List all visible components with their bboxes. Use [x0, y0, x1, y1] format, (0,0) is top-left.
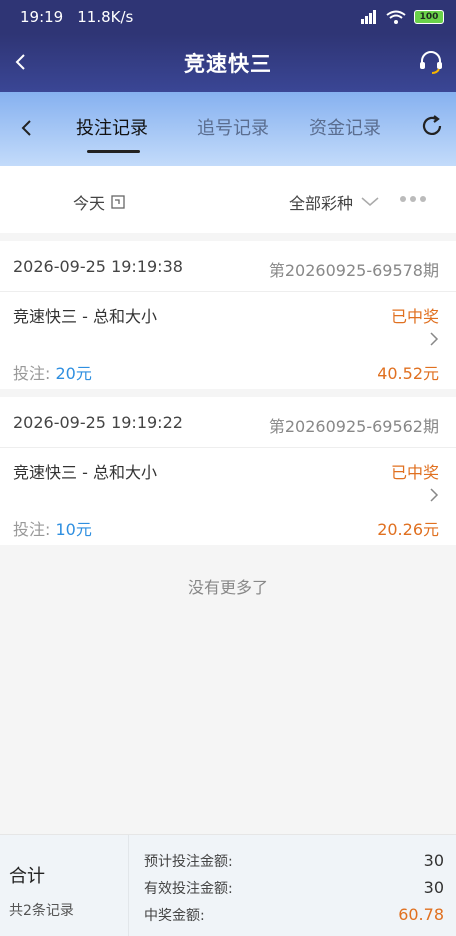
record-status: 已中奖 [390, 463, 439, 482]
summary-value: 30 [423, 878, 444, 897]
status-bar: 19:19 11.8K/s 100 [0, 0, 456, 34]
bet-record-card[interactable]: 2026-09-25 19:19:38 第20260925-69578期 竞速快… [0, 241, 456, 389]
summary-value: 60.78 [398, 905, 444, 924]
bet-label: 投注: [13, 520, 51, 539]
record-game: 竞速快三 - 总和大小 [13, 463, 157, 482]
refresh-icon [422, 115, 442, 135]
chevron-right-icon [430, 332, 439, 346]
summary-row: 预计投注金额: 30 [144, 851, 444, 871]
active-tab-indicator [87, 150, 140, 153]
record-bet: 投注: 20元 [13, 360, 92, 384]
dot [400, 196, 406, 202]
summary-row: 有效投注金额: 30 [144, 878, 444, 898]
summary-footer: 合计 共2条记录 预计投注金额: 30 有效投注金额: 30 中奖金额: 60.… [0, 834, 456, 936]
status-icons: 100 [360, 10, 444, 24]
status-time: 19:19 [20, 8, 64, 26]
record-status: 已中奖 [390, 307, 439, 326]
summary-left: 合计 共2条记录 [0, 835, 128, 936]
record-issue: 第20260925-69578期 [268, 261, 439, 280]
divider [128, 835, 129, 936]
date-filter-label: 今天 [73, 194, 106, 213]
date-filter[interactable]: 今天 [73, 190, 125, 214]
summary-row: 中奖金额: 60.78 [144, 905, 444, 925]
tab-chase-records[interactable]: 追号记录 [197, 114, 269, 140]
filter-bar: 今天 全部彩种 [0, 166, 456, 233]
more-options-button[interactable] [400, 196, 426, 202]
summary-count: 共2条记录 [9, 903, 74, 919]
summary-label: 有效投注金额: [144, 881, 233, 897]
app-header: 竞速快三 [0, 34, 456, 92]
status-speed: 11.8K/s [77, 8, 134, 26]
calendar-icon [111, 195, 125, 209]
record-issue: 第20260925-69562期 [268, 417, 439, 436]
no-more-text: 没有更多了 [187, 578, 268, 597]
summary-label: 中奖金额: [144, 908, 205, 924]
refresh-button[interactable] [418, 112, 446, 140]
card-header: 2026-09-25 19:19:38 第20260925-69578期 [0, 241, 456, 292]
dot [410, 196, 416, 202]
lottery-type-filter[interactable]: 全部彩种 [289, 190, 379, 214]
bet-label: 投注: [13, 364, 51, 383]
record-game: 竞速快三 - 总和大小 [13, 307, 157, 326]
headset-icon [420, 51, 442, 74]
record-time: 2026-09-25 19:19:38 [13, 257, 183, 276]
summary-label: 预计投注金额: [144, 854, 233, 870]
bet-record-card[interactable]: 2026-09-25 19:19:22 第20260925-69562期 竞速快… [0, 397, 456, 545]
lottery-type-label: 全部彩种 [289, 194, 354, 213]
card-header: 2026-09-25 19:19:22 第20260925-69562期 [0, 397, 456, 448]
tab-bar: 投注记录 追号记录 资金记录 [0, 92, 456, 166]
bet-amount: 20元 [55, 364, 92, 383]
record-win-amount: 20.26元 [377, 520, 439, 539]
chevron-down-icon [361, 197, 379, 206]
tab-bet-records[interactable]: 投注记录 [76, 114, 148, 140]
tab-fund-records[interactable]: 资金记录 [309, 114, 381, 140]
record-win-amount: 40.52元 [377, 364, 439, 383]
signal-icon [361, 10, 376, 24]
wifi-icon [386, 10, 406, 24]
summary-title: 合计 [9, 866, 45, 887]
battery-icon: 100 [414, 10, 444, 24]
chevron-right-icon [430, 488, 439, 502]
dot [420, 196, 426, 202]
back-button[interactable] [6, 48, 34, 76]
page-title: 竞速快三 [184, 52, 272, 76]
record-time: 2026-09-25 19:19:22 [13, 413, 183, 432]
chevron-left-icon [21, 120, 31, 136]
tab-back-button[interactable] [12, 114, 40, 142]
customer-service-button[interactable] [416, 47, 446, 77]
summary-value: 30 [423, 851, 444, 870]
bet-amount: 10元 [55, 520, 92, 539]
record-bet: 投注: 10元 [13, 516, 92, 540]
chevron-left-icon [15, 54, 25, 70]
